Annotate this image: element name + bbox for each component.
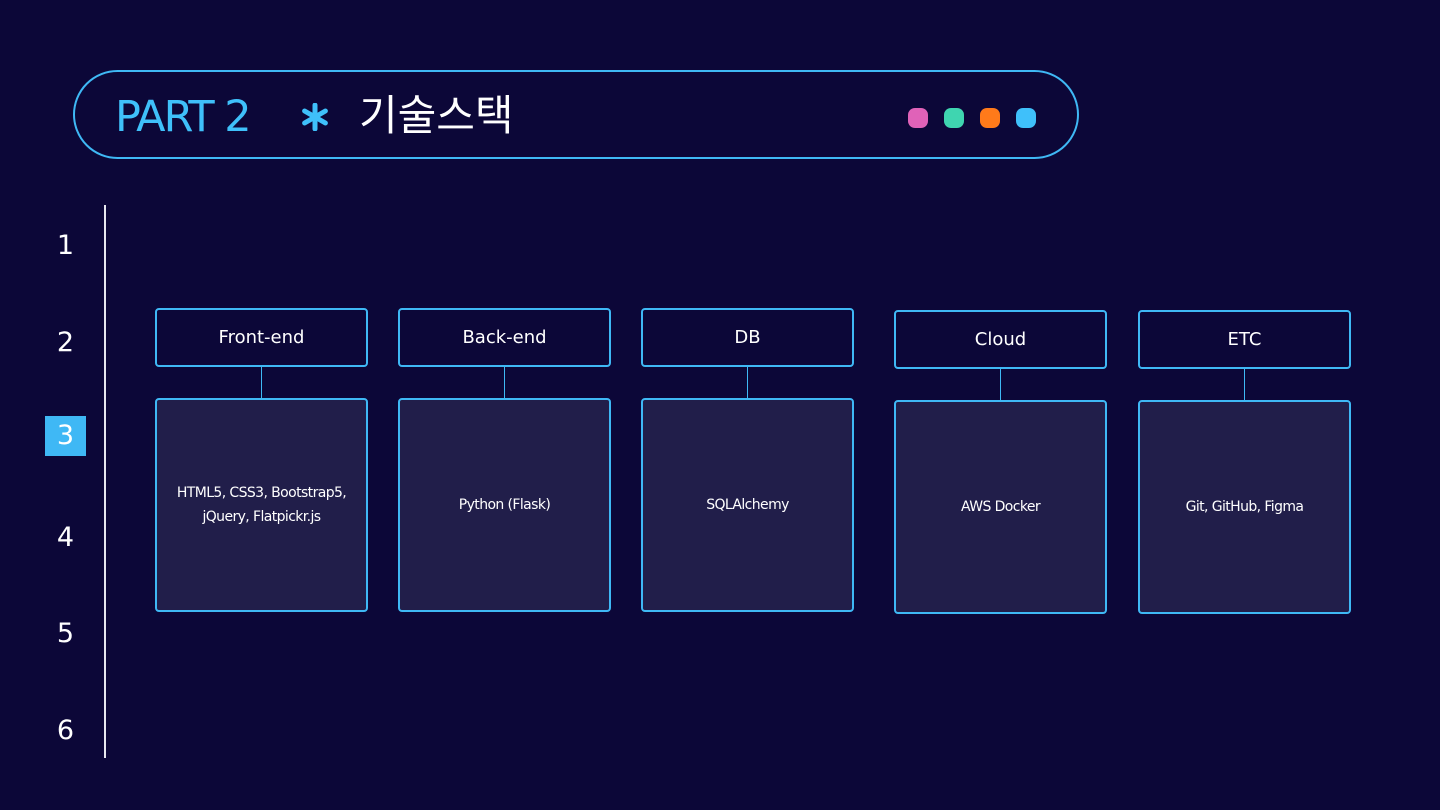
connector-line <box>1000 369 1001 401</box>
nav-item-4[interactable]: 4 <box>45 518 86 558</box>
stack-content: Python (Flask) <box>398 398 611 612</box>
asterisk-icon <box>302 103 328 131</box>
nav-item-6[interactable]: 6 <box>45 711 86 751</box>
section-header: PART 2 기술스택 <box>73 70 1079 159</box>
nav-item-3[interactable]: 3 <box>45 416 86 456</box>
nav-divider <box>104 205 106 758</box>
part-label: PART 2 <box>115 92 252 142</box>
nav-item-2[interactable]: 2 <box>45 323 86 363</box>
stack-content: Git, GitHub, Figma <box>1138 400 1351 614</box>
stack-heading: Front-end <box>155 308 368 367</box>
blue-dot <box>1016 108 1036 128</box>
stack-heading: DB <box>641 308 854 367</box>
connector-line <box>261 367 262 399</box>
nav-item-5[interactable]: 5 <box>45 614 86 654</box>
stack-content: HTML5, CSS3, Bootstrap5, jQuery, Flatpic… <box>155 398 368 612</box>
stack-content: AWS Docker <box>894 400 1107 614</box>
connector-line <box>747 367 748 399</box>
stack-heading: Cloud <box>894 310 1107 369</box>
green-dot <box>944 108 964 128</box>
connector-line <box>1244 369 1245 401</box>
connector-line <box>504 367 505 399</box>
stack-heading: Back-end <box>398 308 611 367</box>
orange-dot <box>980 108 1000 128</box>
stack-content: SQLAlchemy <box>641 398 854 612</box>
nav-item-1[interactable]: 1 <box>45 226 86 266</box>
section-title: 기술스택 <box>359 91 514 140</box>
stack-heading: ETC <box>1138 310 1351 369</box>
pink-dot <box>908 108 928 128</box>
